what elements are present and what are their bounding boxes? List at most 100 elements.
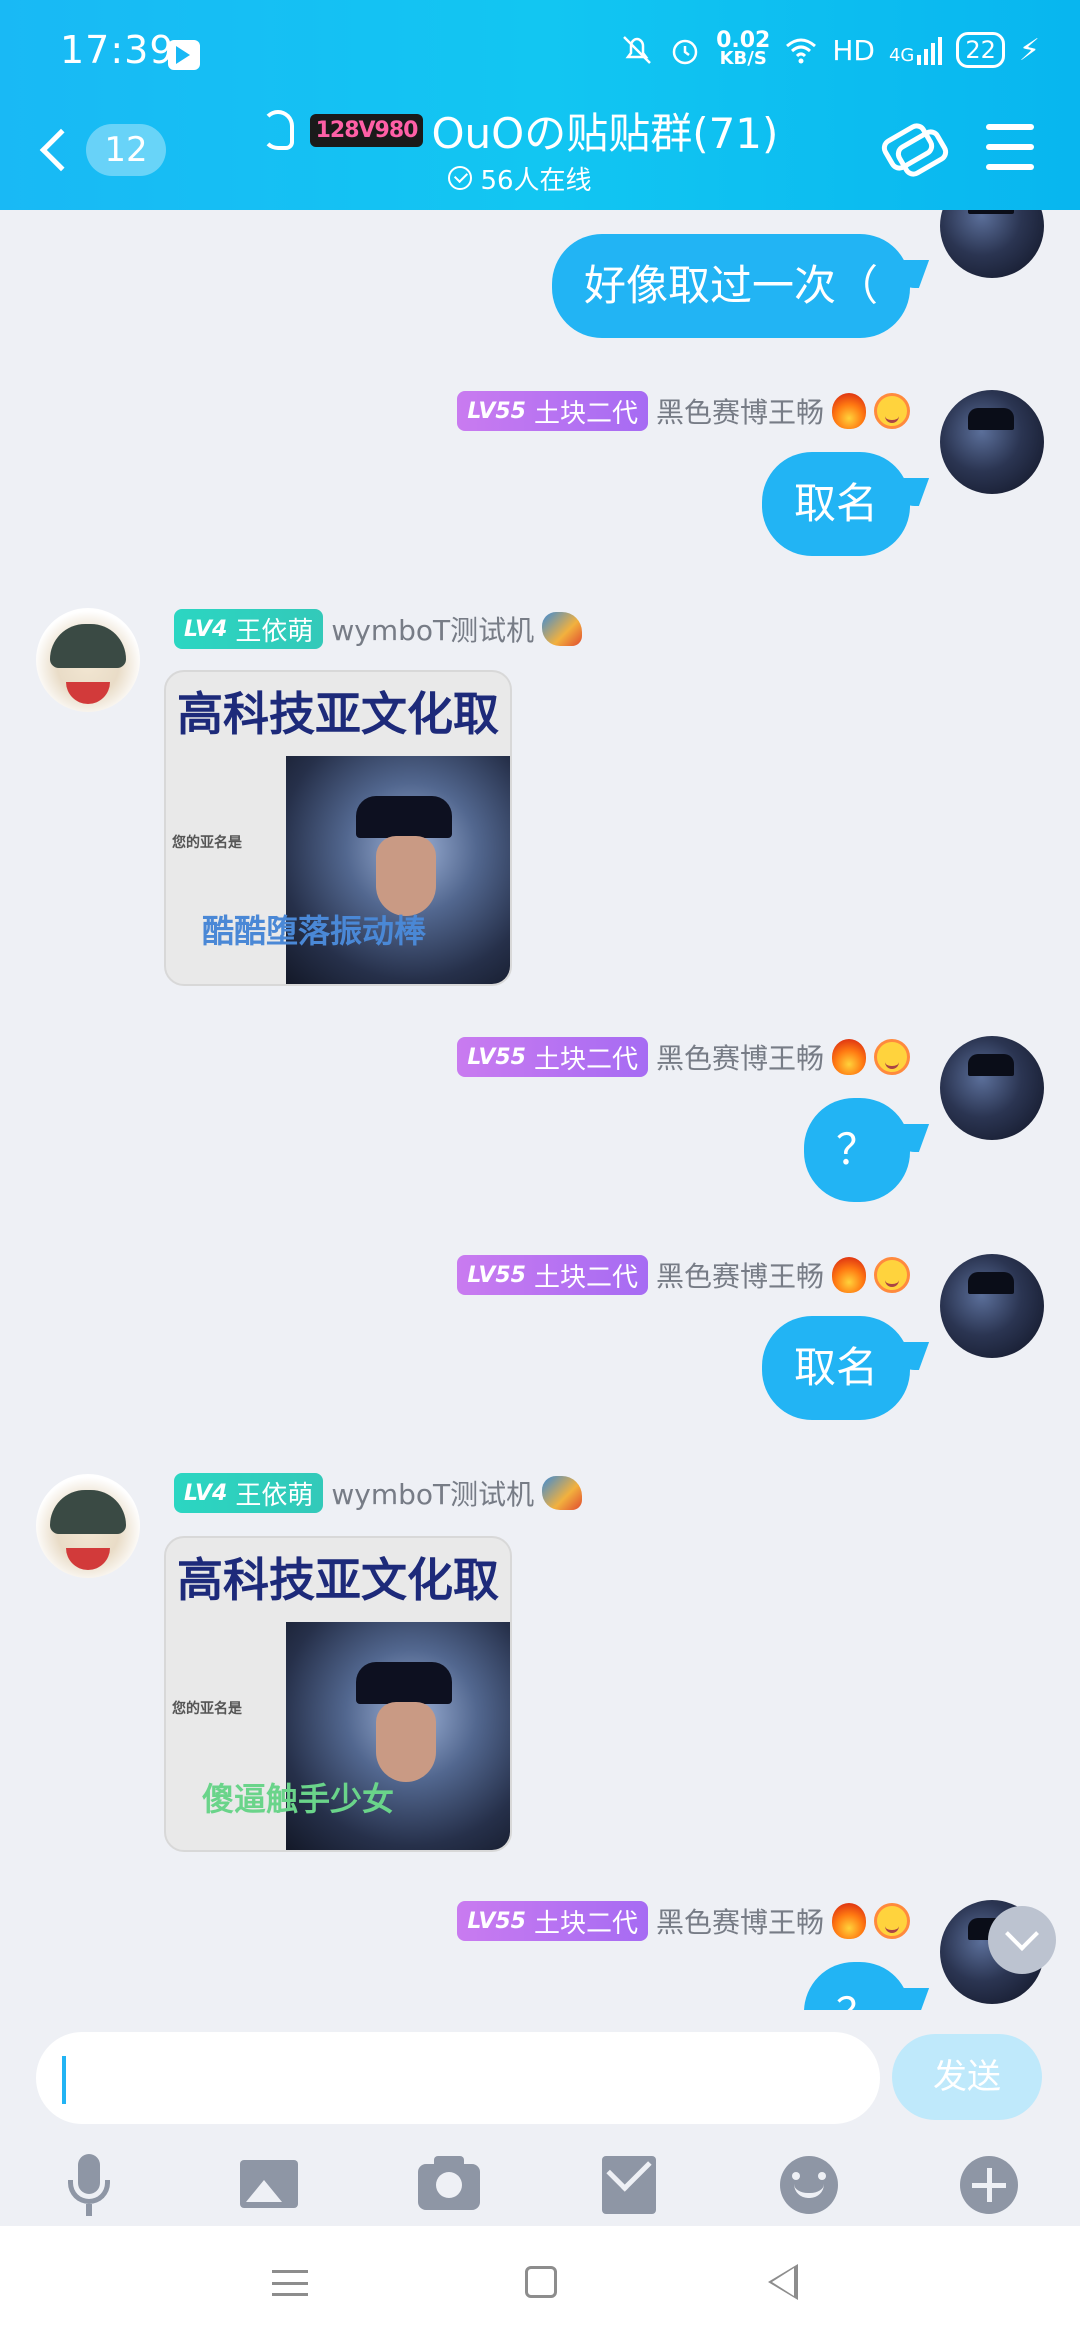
- hd-label: HD: [832, 33, 875, 67]
- message-bubble[interactable]: ？: [803, 1098, 910, 1202]
- avatar[interactable]: [940, 1036, 1044, 1140]
- flame-icon: [832, 1903, 866, 1939]
- level-label: LV55: [467, 1908, 526, 1934]
- group-logo: 128V980: [309, 113, 424, 147]
- sender-meta: LV4 王依萌 wymboT测试机: [174, 1472, 583, 1514]
- dragon-icon: [542, 612, 583, 646]
- menu-line: [986, 164, 1034, 170]
- battery-indicator: 22: [956, 32, 1005, 68]
- group-title: OuOの贴贴群(71): [431, 108, 779, 158]
- bot-avatar[interactable]: [36, 1474, 140, 1578]
- input-area: 发送: [0, 2010, 1080, 2226]
- menu-line: [986, 124, 1034, 130]
- title-label: 土块二代: [533, 1262, 638, 1293]
- online-check-icon: [448, 166, 473, 190]
- title-label: 土块二代: [533, 398, 638, 429]
- network-label: 4G: [888, 45, 915, 66]
- level-label: LV4: [184, 1480, 228, 1506]
- message-bubble[interactable]: 好像取过一次（: [551, 234, 910, 338]
- flame-icon: [832, 1039, 866, 1075]
- image-icon[interactable]: [234, 2150, 304, 2220]
- back-triangle-icon[interactable]: [768, 2264, 798, 2300]
- avatar[interactable]: [940, 1254, 1044, 1358]
- flame-icon: [832, 393, 866, 429]
- plus-icon[interactable]: [954, 2150, 1024, 2220]
- system-navigation-bar: [0, 2226, 1080, 2340]
- title-line: 128V980 OuOの贴贴群(71): [210, 100, 830, 160]
- level-label: LV55: [467, 1044, 526, 1070]
- sender-nickname[interactable]: wymboT测试机: [331, 1473, 534, 1513]
- emoji-badge-icon: [874, 1903, 910, 1939]
- switch-icon[interactable]: [880, 118, 950, 180]
- input-toolbar: [0, 2140, 1080, 2226]
- send-button[interactable]: 发送: [892, 2034, 1042, 2120]
- image-caption: 您的亚名是: [172, 1701, 242, 1717]
- chevron-left-icon: [39, 128, 83, 172]
- menu-icon[interactable]: [986, 124, 1034, 170]
- red-packet-icon[interactable]: [594, 2146, 664, 2220]
- bot-avatar[interactable]: [36, 608, 140, 712]
- sender-nickname[interactable]: 黑色赛博王畅: [656, 1901, 824, 1941]
- image-result-text: 傻逼触手少女: [202, 1780, 395, 1818]
- charging-icon: ⚡: [1018, 32, 1040, 68]
- network-type: 4G: [888, 35, 943, 66]
- image-message[interactable]: 高科技亚文化取名机 您的亚名是 酷酷堕落振动棒: [164, 670, 512, 986]
- avatar[interactable]: [940, 390, 1044, 494]
- top-header: 17:39 0.02 KB/S HD 4G 22 ⚡ 12 128V980 Ou…: [0, 0, 1080, 210]
- unread-count-badge: 12: [86, 124, 166, 176]
- text-caret: [62, 2056, 66, 2104]
- sender-meta: LV55 土块二代 黑色赛博王畅: [457, 1036, 910, 1078]
- title-label: 土块二代: [533, 1908, 638, 1939]
- back-button[interactable]: 12: [30, 115, 170, 185]
- sender-nickname[interactable]: 黑色赛博王畅: [656, 391, 824, 431]
- status-bar: 17:39 0.02 KB/S HD 4G 22 ⚡: [0, 0, 1080, 90]
- message-bubble[interactable]: ？: [803, 1962, 910, 2010]
- signal-icon: [917, 37, 943, 65]
- sender-nickname[interactable]: wymboT测试机: [331, 609, 534, 649]
- emoji-icon[interactable]: [774, 2150, 844, 2220]
- level-badge: LV4 王依萌: [174, 1473, 324, 1513]
- group-title-area[interactable]: 128V980 OuOの贴贴群(71) 56人在线: [210, 100, 830, 200]
- recent-apps-icon[interactable]: [272, 2270, 308, 2296]
- message-bubble[interactable]: 取名: [761, 452, 910, 556]
- level-badge: LV55 土块二代: [457, 1901, 648, 1941]
- message-bubble[interactable]: 取名: [761, 1316, 910, 1420]
- sender-meta: LV55 土块二代 黑色赛博王畅: [457, 390, 910, 432]
- home-icon[interactable]: [525, 2266, 557, 2298]
- status-icons: 0.02 KB/S HD 4G 22 ⚡: [620, 30, 1040, 70]
- image-caption: 您的亚名是: [172, 835, 242, 851]
- online-status: 56人在线: [210, 160, 830, 196]
- sender-nickname[interactable]: 黑色赛博王畅: [656, 1255, 824, 1295]
- sender-meta: LV55 土块二代 黑色赛博王畅: [457, 1254, 910, 1296]
- menu-line: [986, 144, 1034, 150]
- level-badge: LV55 土块二代: [457, 1037, 648, 1077]
- title-label: 土块二代: [533, 1044, 638, 1075]
- level-badge: LV55 土块二代: [457, 1255, 648, 1295]
- mute-icon: [620, 33, 654, 67]
- image-result-text: 酷酷堕落振动棒: [202, 912, 427, 950]
- image-message[interactable]: 高科技亚文化取名机 您的亚名是 傻逼触手少女: [164, 1536, 512, 1852]
- emoji-badge-icon: [874, 1257, 910, 1293]
- emoji-badge-icon: [874, 393, 910, 429]
- sender-nickname[interactable]: 黑色赛博王畅: [656, 1037, 824, 1077]
- camera-icon[interactable]: [414, 2150, 484, 2220]
- avatar[interactable]: [940, 210, 1044, 278]
- chat-nav-bar: 12 128V980 OuOの贴贴群(71) 56人在线: [0, 90, 1080, 210]
- wifi-icon: [784, 33, 818, 67]
- level-label: LV4: [184, 616, 228, 642]
- status-time: 17:39: [60, 28, 175, 72]
- dragon-icon: [542, 1476, 583, 1510]
- net-speed: 0.02 KB/S: [716, 30, 770, 69]
- app-notification-icon: [168, 40, 200, 70]
- title-label: 王依萌: [235, 616, 314, 647]
- online-count-text: 56人在线: [480, 165, 592, 196]
- chat-message-list[interactable]: 好像取过一次（ LV55 土块二代 黑色赛博王畅 取名 LV4 王依萌 wymb…: [0, 210, 1080, 2010]
- scroll-to-bottom-button[interactable]: [988, 1906, 1056, 1974]
- level-label: LV55: [467, 1262, 526, 1288]
- mic-icon[interactable]: [54, 2150, 124, 2220]
- net-speed-unit: KB/S: [719, 48, 767, 69]
- level-label: LV55: [467, 398, 526, 424]
- flame-icon: [832, 1257, 866, 1293]
- message-input[interactable]: [36, 2032, 880, 2124]
- alarm-icon: [668, 33, 702, 67]
